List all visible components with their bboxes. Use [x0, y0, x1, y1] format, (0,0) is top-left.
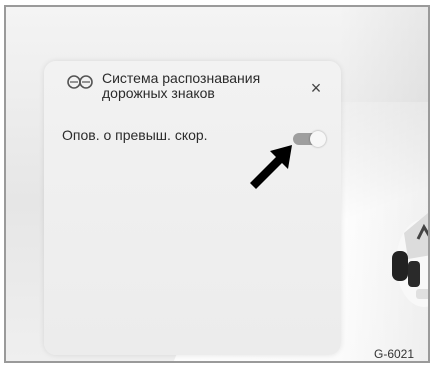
close-button[interactable]: ×	[306, 78, 326, 98]
panel-title-line2: дорожных знаков	[102, 85, 215, 101]
panel-title-line1: Система распознавания	[102, 70, 261, 86]
speed-warning-setting-row[interactable]: Опов. о превыш. скор.	[44, 121, 341, 151]
car-image	[392, 213, 428, 307]
toggle-knob	[310, 131, 326, 147]
figure-code: G-6021	[374, 347, 415, 361]
speed-warning-label: Опов. о превыш. скор.	[62, 127, 208, 143]
panel-header: Система распознавания дорожных знаков ×	[44, 61, 341, 121]
traffic-sign-recognition-icon	[67, 75, 93, 89]
settings-panel: Система распознавания дорожных знаков × …	[44, 61, 341, 355]
panel-title: Система распознавания дорожных знаков	[102, 71, 302, 101]
illustration-frame: Система распознавания дорожных знаков × …	[4, 5, 430, 363]
speed-warning-toggle[interactable]	[293, 131, 326, 147]
pointer-arrow-icon	[250, 145, 292, 189]
